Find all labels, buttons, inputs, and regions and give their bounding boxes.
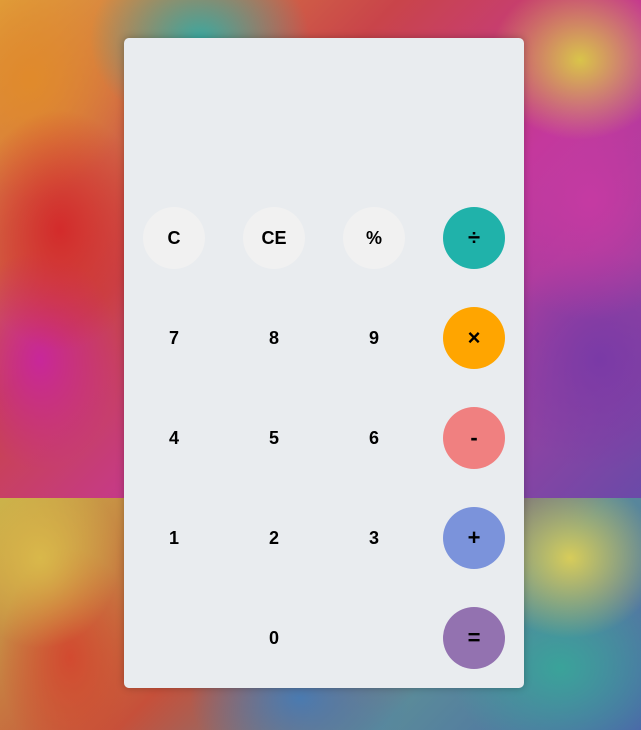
digit-7-button[interactable]: 7 [143,307,205,369]
keypad: C CE % ÷ 7 8 9 × 4 5 6 - 1 2 3 + 0 = [124,188,524,688]
keypad-cell: ÷ [424,188,524,288]
subtract-button[interactable]: - [443,407,505,469]
keypad-cell: 3 [324,488,424,588]
digit-9-button[interactable]: 9 [343,307,405,369]
calculator-display [124,38,524,188]
keypad-cell: 9 [324,288,424,388]
keypad-cell: - [424,388,524,488]
keypad-cell: C [124,188,224,288]
digit-1-button[interactable]: 1 [143,507,205,569]
digit-0-button[interactable]: 0 [243,607,305,669]
keypad-cell: % [324,188,424,288]
keypad-cell: 0 [224,588,324,688]
divide-button[interactable]: ÷ [443,207,505,269]
digit-4-button[interactable]: 4 [143,407,205,469]
digit-6-button[interactable]: 6 [343,407,405,469]
digit-8-button[interactable]: 8 [243,307,305,369]
clear-entry-button[interactable]: CE [243,207,305,269]
equals-button[interactable]: = [443,607,505,669]
digit-3-button[interactable]: 3 [343,507,405,569]
keypad-cell: 1 [124,488,224,588]
multiply-button[interactable]: × [443,307,505,369]
keypad-cell: 8 [224,288,324,388]
calculator-panel: C CE % ÷ 7 8 9 × 4 5 6 - 1 2 3 + 0 = [124,38,524,688]
keypad-cell: × [424,288,524,388]
keypad-cell: 2 [224,488,324,588]
digit-2-button[interactable]: 2 [243,507,305,569]
keypad-cell: 4 [124,388,224,488]
add-button[interactable]: + [443,507,505,569]
keypad-cell: = [424,588,524,688]
keypad-cell: 7 [124,288,224,388]
percent-button[interactable]: % [343,207,405,269]
digit-5-button[interactable]: 5 [243,407,305,469]
keypad-cell: 6 [324,388,424,488]
keypad-cell: + [424,488,524,588]
keypad-empty-cell [124,588,224,688]
clear-button[interactable]: C [143,207,205,269]
keypad-empty-cell [324,588,424,688]
keypad-cell: CE [224,188,324,288]
keypad-cell: 5 [224,388,324,488]
